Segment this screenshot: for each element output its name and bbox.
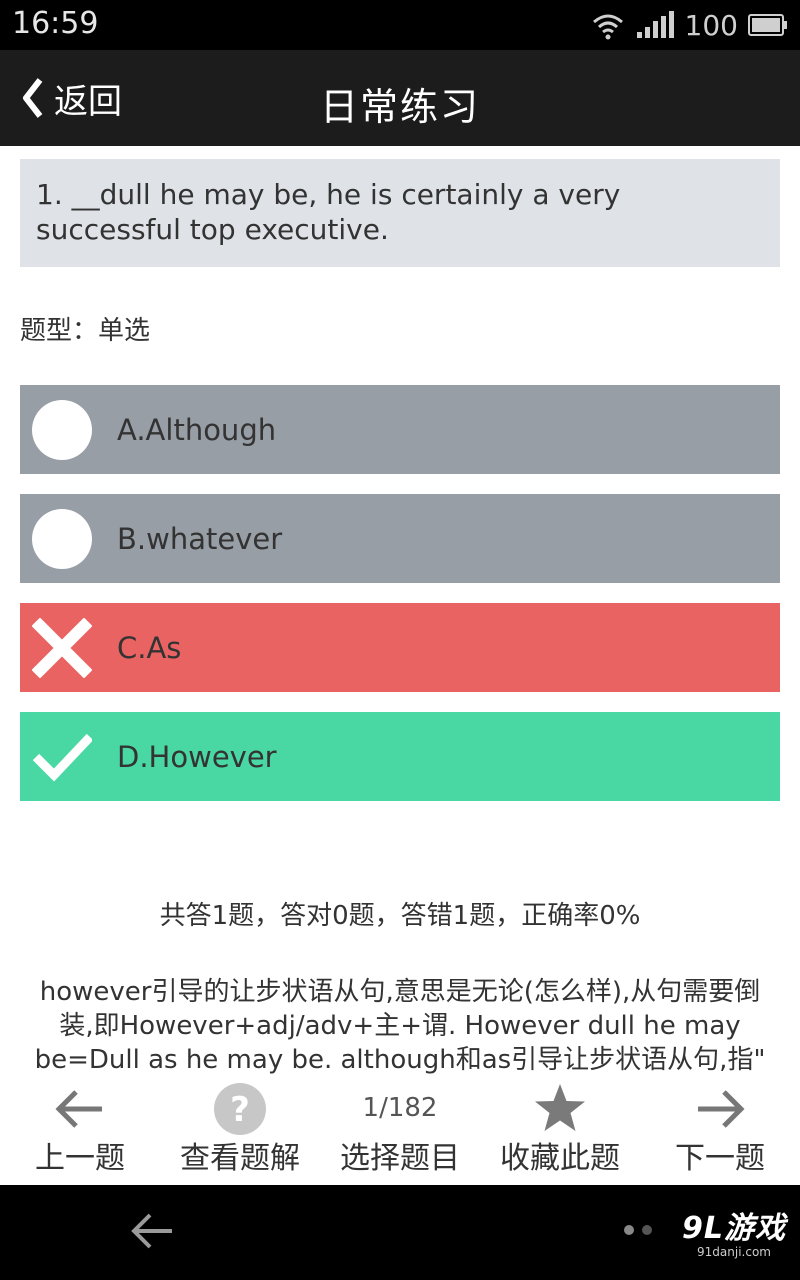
radio-unselected-icon: [32, 508, 92, 569]
option-b[interactable]: B.whatever: [20, 494, 780, 583]
question-text: 1. __dull he may be, he is certainly a v…: [20, 159, 780, 267]
status-icons: 100: [591, 8, 788, 42]
system-back-icon[interactable]: [128, 1207, 176, 1255]
option-c[interactable]: C.As: [20, 603, 780, 692]
page-indicator: [624, 1225, 652, 1235]
nav-bar: 返回 日常练习: [0, 50, 800, 146]
option-label: C.As: [117, 630, 182, 665]
question-mark-icon: ?: [214, 1083, 266, 1135]
select-question-button[interactable]: 1/182 选择题目: [320, 1075, 480, 1185]
battery-level: 100: [684, 8, 738, 42]
option-a[interactable]: A.Although: [20, 385, 780, 474]
wifi-icon: [592, 14, 623, 40]
prev-question-label: 上一题: [35, 1141, 125, 1176]
page-title: 日常练习: [319, 85, 480, 129]
select-question-label: 选择题目: [340, 1141, 460, 1176]
question-type: 题型：单选: [20, 316, 151, 346]
next-question-button[interactable]: 下一题: [640, 1075, 800, 1185]
view-solution-button[interactable]: ? 查看题解: [160, 1075, 320, 1185]
favorite-label: 收藏此题: [500, 1141, 620, 1176]
star-icon: [535, 1084, 585, 1131]
option-d[interactable]: D.However: [20, 712, 780, 801]
status-time: 16:59: [12, 6, 99, 41]
watermark-url: 91danji.com: [697, 1245, 771, 1259]
view-solution-label: 查看题解: [180, 1141, 300, 1176]
bottom-toolbar: 上一题 ? 查看题解 1/182 选择题目 收藏此题 下一题: [0, 1075, 800, 1185]
arrow-right-icon: [698, 1090, 745, 1128]
page-dot: [624, 1225, 634, 1235]
radio-unselected-icon: [32, 399, 92, 460]
page-counter: 1/182: [362, 1093, 438, 1123]
battery-icon: [748, 14, 787, 36]
prev-question-button[interactable]: 上一题: [0, 1075, 160, 1185]
page-dot: [642, 1225, 652, 1235]
explanation-text: however引导的让步状语从句,意思是无论(怎么样),从句需要倒装,即Howe…: [34, 977, 766, 1075]
option-label: A.Although: [117, 412, 277, 447]
signal-icon: [636, 11, 674, 38]
answer-stats: 共答1题，答对0题，答错1题，正确率0%: [159, 901, 641, 931]
svg-text:?: ?: [230, 1090, 250, 1130]
option-label: D.However: [117, 739, 277, 774]
watermark-text: 9L游戏: [682, 1211, 786, 1246]
next-question-label: 下一题: [675, 1141, 765, 1176]
option-label: B.whatever: [117, 521, 283, 556]
system-nav-bar: 9L游戏 91danji.com: [0, 1185, 800, 1280]
correct-check-icon: [32, 733, 92, 781]
wrong-cross-icon: [32, 617, 92, 678]
favorite-button[interactable]: 收藏此题: [480, 1075, 640, 1185]
status-bar: 16:59 100: [0, 0, 800, 50]
arrow-left-icon: [55, 1090, 102, 1128]
watermark-logo: 9L游戏 91danji.com: [682, 1203, 786, 1259]
